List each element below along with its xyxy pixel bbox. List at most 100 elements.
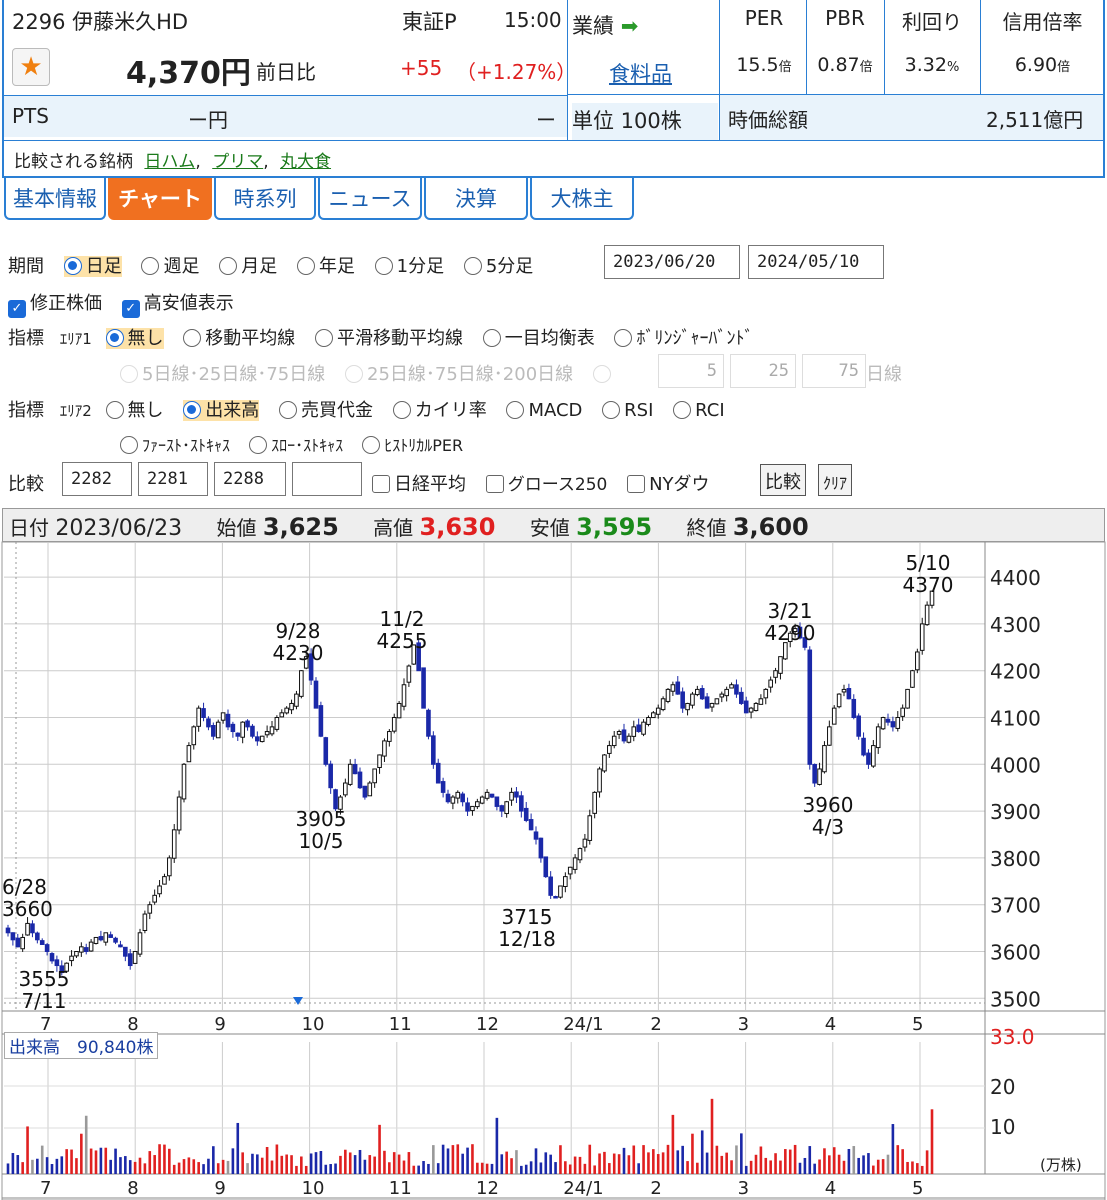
period-daily-radio[interactable]: 日足 [63, 256, 122, 277]
candle-body [181, 763, 187, 800]
area2-fast-stoch-radio[interactable]: ﾌｧｰｽﾄ･ｽﾄｷｬｽ [120, 436, 230, 455]
ma-custom-radio[interactable] [592, 364, 615, 385]
compare-link[interactable]: 日ハム [144, 152, 195, 172]
area1-ichimoku-radio[interactable]: 一目均衡表 [482, 328, 595, 349]
gyoseki-link[interactable]: 業績 ➡ [572, 10, 638, 40]
period-1min-radio[interactable]: 1分足 [374, 256, 444, 277]
volume-bar [529, 1161, 533, 1174]
compare-link[interactable]: プリマ [212, 152, 263, 172]
tab-shareholders[interactable]: 大株主 [530, 178, 634, 220]
candle-body [636, 724, 641, 733]
compare-code-input[interactable]: 2282 [62, 462, 132, 496]
compare-link[interactable]: 丸大食 [280, 152, 331, 172]
nydow-checkbox[interactable]: NYダウ [627, 474, 710, 495]
x-tick-label: 9 [214, 1014, 225, 1035]
volume-bar [749, 1160, 753, 1174]
volume-bar [793, 1144, 797, 1174]
volume-bar [891, 1124, 895, 1174]
area2-rsi-radio[interactable]: RSI [602, 400, 653, 421]
volume-bar [216, 1163, 220, 1174]
candle-body [719, 693, 725, 698]
candle-body [147, 904, 153, 914]
candle-body [763, 688, 769, 699]
date-from-input[interactable]: 2023/06/20 [604, 245, 740, 279]
area2-value-radio[interactable]: 売買代金 [278, 400, 373, 421]
volume-bar [80, 1133, 83, 1174]
candle-body [323, 737, 329, 765]
ma-preset1-radio[interactable]: 5日線･25日線･75日線 [120, 364, 325, 385]
nikkei-checkbox[interactable]: 日経平均 [372, 474, 466, 495]
period-weekly-radio[interactable]: 週足 [141, 256, 199, 277]
candlestick-chart[interactable]: 4400 4300 4200 4100 4000 3900 3800 3700 3600 3500… [0, 508, 1107, 1200]
area1-none-radio[interactable]: 無し [105, 328, 164, 349]
period-monthly-radio[interactable]: 月足 [219, 256, 277, 277]
candle-body [362, 785, 368, 798]
volume-bar [256, 1154, 259, 1174]
volume-bar [593, 1165, 596, 1174]
candle-body [919, 623, 925, 651]
tab-earnings[interactable]: 決算 [424, 178, 528, 220]
ma-short-input[interactable]: 5 [658, 354, 724, 388]
candle-body [426, 709, 431, 737]
compare-code-input[interactable] [292, 462, 362, 496]
volume-bar [828, 1155, 831, 1174]
volume-bar [70, 1149, 73, 1174]
volume-bar [231, 1148, 235, 1174]
volume-bar [422, 1161, 425, 1174]
volume-bar [754, 1154, 758, 1174]
favorite-star-button[interactable]: ★ [12, 48, 50, 86]
compare-button[interactable]: 比較 [760, 464, 806, 496]
volume-bar [867, 1153, 870, 1174]
area2-volume-radio[interactable]: 出来高 [183, 400, 260, 421]
area1-ma-radio[interactable]: 移動平均線 [183, 328, 295, 349]
area1-sma-radio[interactable]: 平滑移動平均線 [314, 328, 463, 349]
area2-rci-radio[interactable]: RCI [673, 400, 725, 421]
volume-bar [75, 1158, 78, 1174]
candle-body [328, 763, 333, 789]
ma-preset2-radio[interactable]: 25日線･75日線･200日線 [345, 364, 573, 385]
candle-body [592, 791, 597, 814]
candle-body [567, 866, 573, 875]
chart-area[interactable]: 日付 2023/06/23 始値 3,625 高値 3,630 安値 3,595… [0, 508, 1107, 1200]
tab-chart[interactable]: チャート [108, 178, 212, 220]
candle-body [211, 725, 216, 737]
candle-body [132, 951, 138, 964]
compare-code-input[interactable]: 2281 [138, 462, 208, 496]
highlow-checkbox[interactable]: ✓ 高安値表示 [121, 293, 234, 318]
candle-body [186, 745, 192, 763]
x-tick-label: 4 [825, 1014, 836, 1035]
volume-bar [241, 1152, 244, 1174]
clear-button[interactable]: ｸﾘｱ [818, 464, 853, 496]
tab-basic[interactable]: 基本情報 [4, 178, 106, 220]
price-annotation: 3660 [2, 897, 53, 921]
candle-body [49, 953, 55, 962]
volume-bar [236, 1122, 240, 1174]
area1-bollinger-radio[interactable]: ﾎﾞﾘﾝｼﾞｬｰﾊﾞﾝﾄﾞ [614, 328, 753, 349]
ma-long-input[interactable]: 75 [802, 354, 866, 388]
sector-link[interactable]: 食料品 [609, 58, 672, 88]
period-5min-radio[interactable]: 5分足 [463, 256, 533, 277]
candle-body [98, 936, 104, 941]
area2-per-radio[interactable]: ﾋｽﾄﾘｶﾙPER [362, 436, 463, 455]
pts-value: ー円 [188, 108, 228, 132]
growth250-checkbox[interactable]: グロース250 [485, 474, 607, 495]
volume-bar [397, 1154, 401, 1174]
period-yearly-radio[interactable]: 年足 [296, 256, 355, 277]
area2-macd-radio[interactable]: MACD [506, 400, 582, 421]
candle-body [176, 796, 182, 831]
volume-bar [363, 1159, 367, 1174]
area2-kairi-radio[interactable]: カイリ率 [392, 400, 487, 421]
adjusted-checkbox[interactable]: ✓ 修正株価 [8, 293, 102, 318]
period-row: 期間 日足 週足 月足 年足 1分足 5分足 [8, 256, 534, 277]
candle-body [753, 702, 759, 712]
ma-mid-input[interactable]: 25 [730, 354, 796, 388]
date-to-input[interactable]: 2024/05/10 [748, 245, 884, 279]
volume-bar [45, 1157, 49, 1174]
candle-body [538, 837, 544, 859]
candle-body [597, 768, 602, 793]
area2-slow-stoch-radio[interactable]: ｽﾛｰ･ｽﾄｷｬｽ [249, 436, 343, 455]
compare-code-input[interactable]: 2288 [214, 462, 286, 496]
tab-timeseries[interactable]: 時系列 [214, 178, 316, 220]
area2-none-radio[interactable]: 無し [105, 400, 164, 421]
tab-news[interactable]: ニュース [318, 178, 422, 220]
